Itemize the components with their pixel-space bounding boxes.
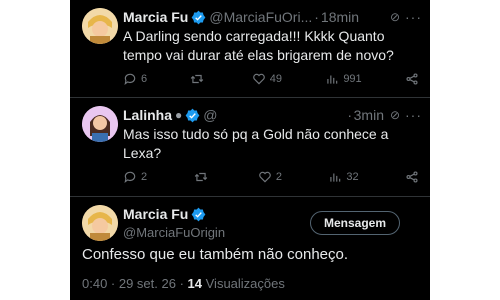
like-icon	[252, 73, 265, 85]
reply-button[interactable]: 2	[123, 170, 147, 184]
author-handle[interactable]: @MarciaFuOrigin	[123, 225, 225, 240]
views-button[interactable]: 991	[325, 72, 362, 86]
views-count: 991	[343, 73, 362, 85]
message-button[interactable]: Mensagem	[310, 211, 400, 235]
tweet-meta: 0:40 · 29 set. 26 · 14 Visualizações	[82, 276, 285, 291]
author-handle[interactable]: @MarciaFuOri...	[209, 9, 312, 25]
tweet-text-line: Mas isso tudo só pq a Gold não conhece a	[123, 126, 389, 142]
share-button[interactable]	[405, 170, 419, 184]
verified-badge-icon	[191, 207, 206, 221]
retweet-icon	[194, 172, 207, 182]
author-handle[interactable]: @	[203, 107, 217, 123]
retweet-button[interactable]	[194, 170, 212, 184]
reply-icon	[124, 73, 136, 86]
tweet-actions: 6 49 991	[123, 71, 419, 87]
like-count: 2	[275, 171, 282, 183]
tweet-text-line: Lexa?	[123, 145, 162, 161]
verified-badge-icon	[185, 108, 200, 122]
views-count: 32	[346, 171, 359, 183]
like-button[interactable]: 49	[252, 72, 282, 86]
like-button[interactable]: 2	[258, 170, 282, 184]
avatar[interactable]	[82, 106, 118, 142]
tweet-thread-screen: Marcia Fu @MarciaFuOri... · 18min ⊘ ··· …	[70, 0, 430, 300]
reply-count: 2	[141, 171, 148, 183]
like-icon	[259, 171, 271, 183]
grok-icon[interactable]: ⊘	[390, 10, 400, 24]
tweet-actions: 2 2 32	[123, 169, 419, 185]
retweet-icon	[191, 74, 204, 84]
more-icon[interactable]: ···	[405, 9, 422, 25]
separator-dot: ·	[347, 107, 352, 123]
tweet-text-line: A Darling sendo carregada!!! Kkkk Quanto	[123, 28, 385, 44]
avatar[interactable]	[82, 205, 118, 241]
author-name[interactable]: Lalinha	[123, 107, 172, 123]
reply-icon	[124, 171, 136, 184]
avatar-image	[82, 205, 118, 241]
tweet-timestamp[interactable]: 0:40 · 29 set. 26 ·	[82, 276, 184, 291]
tweet-header: Marcia Fu	[123, 205, 209, 223]
verified-badge-icon	[191, 10, 206, 24]
views-count: 14	[187, 276, 202, 291]
share-icon	[406, 73, 418, 85]
tweet-text: Mas isso tudo só pq a Gold não conhece a…	[123, 125, 422, 163]
views-label: Visualizações	[205, 276, 285, 291]
reply-button[interactable]: 6	[123, 72, 147, 86]
views-button[interactable]: 32	[328, 170, 359, 184]
divider	[70, 196, 430, 197]
share-button[interactable]	[405, 72, 419, 86]
avatar-image	[82, 8, 118, 44]
tweet-text-line: tempo vai durar até elas brigarem de nov…	[123, 47, 394, 63]
author-name[interactable]: Marcia Fu	[123, 9, 188, 25]
tweet-header: Marcia Fu @MarciaFuOri... · 18min ⊘ ···	[123, 8, 424, 26]
views-icon	[327, 75, 338, 84]
grok-icon[interactable]: ⊘	[390, 108, 400, 122]
like-count: 49	[269, 73, 282, 85]
more-icon[interactable]: ···	[405, 107, 422, 123]
divider	[70, 97, 430, 98]
tweet-text: A Darling sendo carregada!!! Kkkk Quanto…	[123, 27, 422, 65]
avatar-image	[82, 106, 118, 142]
emoji-icon: ●	[175, 108, 183, 122]
tweet-time[interactable]: 18min	[321, 9, 359, 25]
tweet-text: Confesso que eu também não conheço.	[82, 246, 349, 263]
views-icon	[330, 173, 341, 182]
reply-count: 6	[141, 73, 148, 85]
tweet-header: Lalinha ● @ · 3min ⊘ ···	[123, 106, 424, 124]
separator-dot: ·	[314, 9, 319, 25]
tweet-time[interactable]: 3min	[354, 107, 384, 123]
avatar[interactable]	[82, 8, 118, 44]
author-name[interactable]: Marcia Fu	[123, 206, 188, 222]
retweet-button[interactable]	[190, 72, 208, 86]
share-icon	[406, 171, 418, 183]
